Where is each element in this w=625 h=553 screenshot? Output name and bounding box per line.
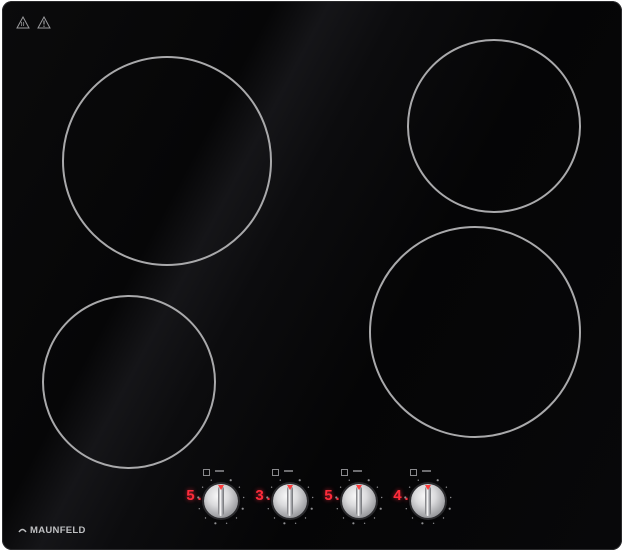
knob-pointer-icon <box>425 485 431 490</box>
scale-dot <box>204 517 207 519</box>
scale-dot <box>307 486 310 488</box>
scale-dot <box>404 496 407 499</box>
scale-dot <box>235 517 238 519</box>
knob-front-right[interactable] <box>411 484 445 518</box>
scale-dot <box>436 479 439 482</box>
knob-ridge <box>218 486 224 516</box>
knob-pointer-icon <box>218 485 224 490</box>
scale-dot <box>379 507 382 510</box>
cooking-zone-front-right[interactable] <box>369 226 581 438</box>
scale-dot <box>336 508 338 510</box>
knob-pointer-icon <box>287 485 293 490</box>
scale-dot <box>198 508 200 510</box>
scale-dot <box>241 507 244 510</box>
control-rear-left: 3. <box>251 467 331 543</box>
scale-dot <box>335 496 338 499</box>
scale-dot <box>310 507 313 510</box>
scale-dot <box>273 517 276 519</box>
scale-dot <box>283 522 286 525</box>
control-rear-right: 5. <box>320 467 400 543</box>
scale-dot <box>411 517 414 519</box>
control-front-right: 4. <box>389 467 469 543</box>
brand-name: MAUNFELD <box>30 525 86 536</box>
scale-dot <box>381 496 383 499</box>
scale-dot <box>363 522 366 524</box>
knob-ridge <box>425 486 431 516</box>
knob-rear-right[interactable] <box>342 484 376 518</box>
warning-triangle-icon <box>37 15 51 34</box>
scale-dot <box>266 496 269 499</box>
scale-dot <box>421 522 424 525</box>
scale-dot <box>348 479 350 481</box>
scale-dot <box>367 479 370 482</box>
cooking-zone-rear-left[interactable] <box>62 56 272 266</box>
scale-dot <box>304 517 307 519</box>
maunfeld-logo-icon <box>18 528 27 533</box>
scale-dot <box>352 522 355 525</box>
scale-dot <box>229 479 232 482</box>
scale-dot <box>342 517 345 519</box>
scale-dot <box>210 479 212 481</box>
scale-dot <box>279 479 281 481</box>
scale-dot <box>376 486 379 488</box>
knob-rear-left[interactable] <box>273 484 307 518</box>
scale-dot <box>450 496 452 499</box>
scale-dot <box>432 522 435 524</box>
scale-dot <box>339 486 342 488</box>
scale-dot <box>238 486 241 488</box>
knob-pointer-icon <box>356 485 362 490</box>
scale-dot <box>408 486 411 488</box>
scale-dot <box>445 486 448 488</box>
cooking-zone-front-left[interactable] <box>42 295 216 469</box>
scale-dot <box>214 522 217 525</box>
knob-ridge <box>287 486 293 516</box>
scale-dot <box>267 508 269 510</box>
hot-surface-icon <box>16 15 30 34</box>
scale-dot <box>225 522 228 524</box>
scale-dot <box>197 496 200 499</box>
cooking-zone-rear-right[interactable] <box>407 39 581 213</box>
knob-ridge <box>356 486 362 516</box>
scale-dot <box>312 496 314 499</box>
brand-logo: MAUNFELD <box>18 525 86 536</box>
scale-dot <box>298 479 301 482</box>
control-front-left: 5. <box>182 467 262 543</box>
scale-dot <box>294 522 297 524</box>
scale-dot <box>243 496 245 499</box>
scale-dot <box>405 508 407 510</box>
scale-dot <box>417 479 419 481</box>
scale-dot <box>373 517 376 519</box>
scale-dot <box>201 486 204 488</box>
scale-dot <box>448 507 451 510</box>
scale-dot <box>442 517 445 519</box>
cooktop-glass: MAUNFELD 5. 3. 5. 4. <box>2 1 622 550</box>
scale-dot <box>270 486 273 488</box>
knob-front-left[interactable] <box>204 484 238 518</box>
